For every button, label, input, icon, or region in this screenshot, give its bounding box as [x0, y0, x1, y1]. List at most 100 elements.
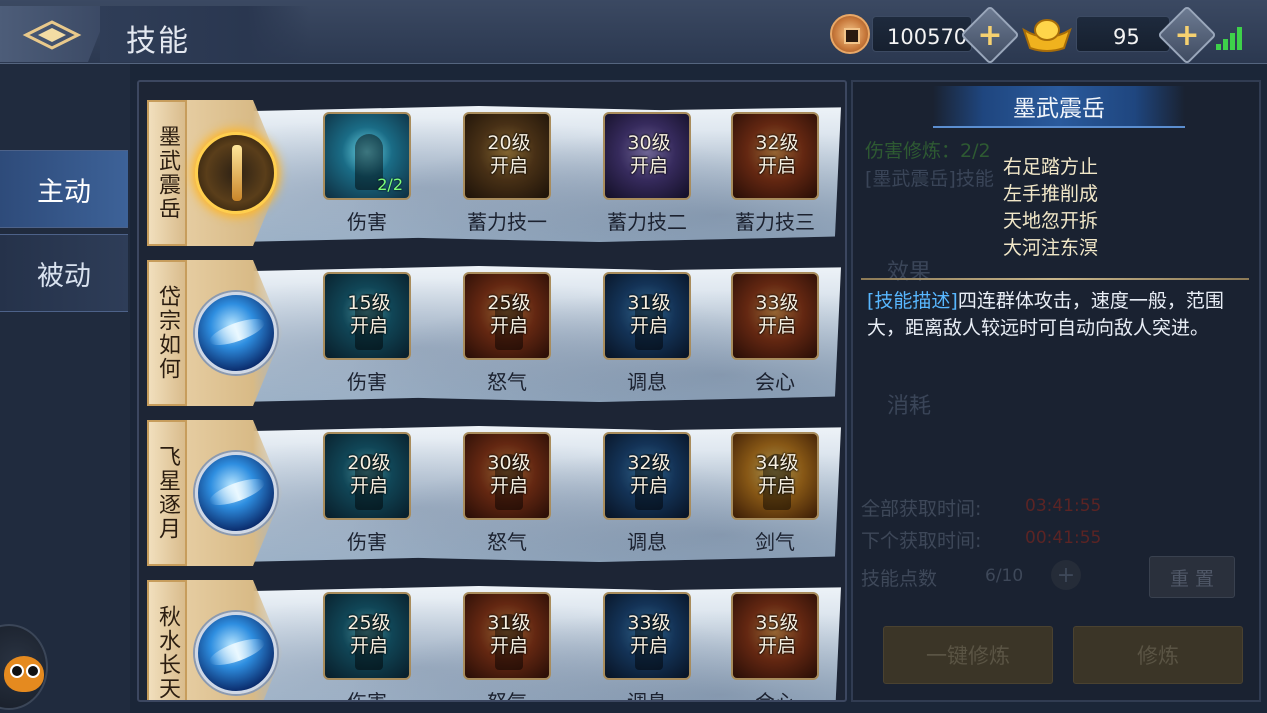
breath-upgrade-icon: 32级 开启 [603, 432, 691, 520]
charge-skill-icon: 32级 开启 [731, 112, 819, 200]
skill-row[interactable]: 墨武震岳 2/2 伤害 20级 开启 蓄力技一 30级 开启 蓄力技二 32级 … [147, 100, 843, 250]
slot-label: 调息 [627, 370, 667, 394]
plus-icon: + [1056, 562, 1076, 588]
copper-value: 100570 [887, 25, 968, 49]
skill-upgrade-slot[interactable]: 31级 开启 调息 [599, 272, 695, 396]
unlock-level: 32级 开启 [755, 132, 799, 177]
add-skill-points-button[interactable]: + [1051, 560, 1081, 590]
copper-box: 100570 [872, 16, 972, 52]
skill-row[interactable]: 飞星逐月 20级 开启 伤害 30级 开启 怒气 32级 开启 调息 34级 开… [147, 420, 843, 570]
skill-orb-icon[interactable] [195, 132, 277, 214]
skill-hint-text: [墨武震岳]技能 [865, 168, 994, 190]
reset-button[interactable]: 重 置 [1149, 556, 1235, 598]
unlock-level: 31级 开启 [627, 292, 671, 337]
train-all-button[interactable]: 一键修炼 [883, 626, 1053, 684]
unlock-level: 33级 开启 [755, 292, 799, 337]
back-button[interactable] [0, 6, 110, 62]
gold-ingot-icon [1022, 19, 1072, 52]
poem-line: 右足踏方止 [1003, 156, 1099, 178]
slot-label: 伤害 [347, 370, 387, 394]
gold-value: 95 [1113, 25, 1140, 49]
skill-upgrade-slot[interactable]: 2/2 伤害 [319, 112, 415, 236]
slot-label: 伤害 [347, 210, 387, 234]
skill-detail-panel: 墨武震岳 伤害修炼：2/2 [墨武震岳]技能 右足踏方止 左手推削成 天地忽开拆… [851, 80, 1261, 702]
skill-name: 飞星逐月 [147, 420, 187, 566]
slot-label: 怒气 [487, 530, 527, 554]
rage-upgrade-icon: 30级 开启 [463, 432, 551, 520]
skill-poem: 右足踏方止 左手推削成 天地忽开拆 大河注东溟 [1003, 154, 1143, 262]
tab-passive-skills[interactable]: 被动 [0, 234, 128, 312]
gold-box: 95 [1076, 16, 1170, 52]
skill-orb-icon[interactable] [195, 292, 277, 374]
training-progress-text: 伤害修炼：2/2 [865, 140, 991, 162]
copper-coin-icon [830, 14, 870, 54]
unlock-level: 20级 开启 [347, 452, 391, 497]
slot-level: 2/2 [377, 175, 403, 194]
skill-upgrade-slot[interactable]: 20级 开启 伤害 [319, 432, 415, 556]
skill-upgrade-slot[interactable]: 32级 开启 蓄力技三 [727, 112, 823, 236]
skill-upgrade-slot[interactable]: 32级 开启 调息 [599, 432, 695, 556]
skill-list: 墨武震岳 2/2 伤害 20级 开启 蓄力技一 30级 开启 蓄力技二 32级 … [137, 80, 847, 702]
train-button[interactable]: 修炼 [1073, 626, 1243, 684]
total-time-value: 03:41:55 [1025, 496, 1102, 516]
sword-qi-upgrade-icon: 34级 开启 [731, 432, 819, 520]
cost-heading: 消耗 [887, 394, 932, 419]
pet-button[interactable] [0, 624, 48, 710]
skill-upgrade-slot[interactable]: 34级 开启 剑气 [727, 432, 823, 556]
slot-label: 蓄力技三 [735, 210, 815, 234]
plus-icon: + [1174, 17, 1200, 53]
skill-upgrade-slot[interactable]: 33级 开启 会心 [727, 272, 823, 396]
slot-label: 怒气 [487, 690, 527, 702]
rage-upgrade-icon: 25级 开启 [463, 272, 551, 360]
unlock-level: 33级 开启 [627, 612, 671, 657]
unlock-level: 32级 开启 [627, 452, 671, 497]
charge-skill-icon: 20级 开启 [463, 112, 551, 200]
next-time-label: 下个获取时间: [861, 530, 982, 552]
plus-icon: + [977, 17, 1003, 53]
critical-upgrade-icon: 35级 开启 [731, 592, 819, 680]
skill-upgrade-slot[interactable]: 30级 开启 蓄力技二 [599, 112, 695, 236]
unlock-level: 20级 开启 [487, 132, 531, 177]
pet-avatar-icon [4, 656, 44, 692]
skill-orb-icon[interactable] [195, 612, 277, 694]
skill-upgrade-slot[interactable]: 35级 开启 会心 [727, 592, 823, 700]
add-gold-button[interactable]: + [1157, 5, 1217, 65]
next-time-value: 00:41:55 [1025, 528, 1102, 548]
skill-description: [技能描述]四连群体攻击，速度一般，范围大，距离敌人较远时可自动向敌人突进。 [867, 288, 1247, 342]
skill-orb-icon[interactable] [195, 452, 277, 534]
poem-line: 天地忽开拆 [1003, 210, 1099, 232]
slot-label: 蓄力技一 [467, 210, 547, 234]
skill-name: 秋水长天 [147, 580, 187, 700]
slot-label: 调息 [627, 530, 667, 554]
unlock-level: 34级 开启 [755, 452, 799, 497]
skill-row[interactable]: 秋水长天 25级 开启 伤害 31级 开启 怒气 33级 开启 调息 35级 开… [147, 580, 843, 700]
signal-strength-icon [1216, 24, 1246, 50]
unlock-level: 15级 开启 [347, 292, 391, 337]
description-tag: [技能描述] [867, 290, 958, 312]
skill-upgrade-slot[interactable]: 20级 开启 蓄力技一 [459, 112, 555, 236]
detail-title: 墨武震岳 [933, 86, 1185, 128]
critical-upgrade-icon: 33级 开启 [731, 272, 819, 360]
tab-active-skills[interactable]: 主动 [0, 150, 128, 228]
skill-upgrade-slot[interactable]: 25级 开启 伤害 [319, 592, 415, 700]
skill-upgrade-slot[interactable]: 31级 开启 怒气 [459, 592, 555, 700]
damage-upgrade-icon: 20级 开启 [323, 432, 411, 520]
skill-points-label: 技能点数 [861, 568, 938, 590]
add-copper-button[interactable]: + [960, 5, 1020, 65]
slot-label: 蓄力技二 [607, 210, 687, 234]
slot-label: 会心 [755, 370, 795, 394]
damage-upgrade-icon: 15级 开启 [323, 272, 411, 360]
skill-name: 墨武震岳 [147, 100, 187, 246]
divider [861, 278, 1249, 280]
skill-upgrade-slot[interactable]: 30级 开启 怒气 [459, 432, 555, 556]
unlock-level: 25级 开启 [487, 292, 531, 337]
skill-upgrade-slot[interactable]: 25级 开启 怒气 [459, 272, 555, 396]
skill-upgrade-slot[interactable]: 15级 开启 伤害 [319, 272, 415, 396]
skill-row[interactable]: 岱宗如何 15级 开启 伤害 25级 开启 怒气 31级 开启 调息 33级 开… [147, 260, 843, 410]
breath-upgrade-icon: 33级 开启 [603, 592, 691, 680]
skill-upgrade-slot[interactable]: 33级 开启 调息 [599, 592, 695, 700]
unlock-level: 35级 开启 [755, 612, 799, 657]
breath-upgrade-icon: 31级 开启 [603, 272, 691, 360]
rage-upgrade-icon: 31级 开启 [463, 592, 551, 680]
skill-name: 岱宗如何 [147, 260, 187, 406]
